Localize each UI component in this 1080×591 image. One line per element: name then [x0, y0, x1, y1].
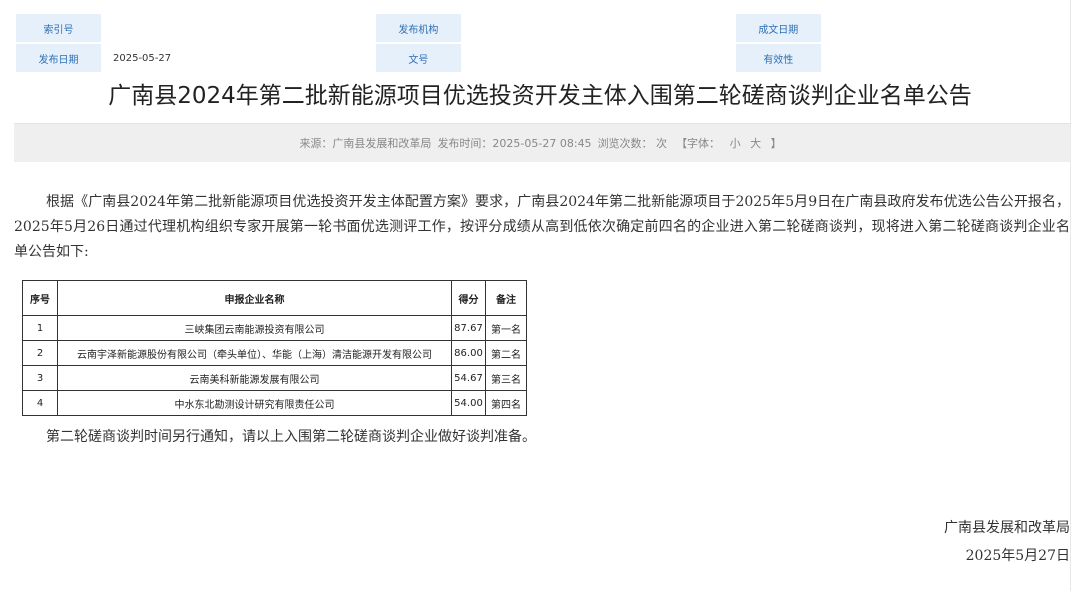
validity-value	[821, 44, 1070, 72]
signature-block: 广南县发展和改革局 2025年5月27日	[944, 514, 1070, 570]
row-index: 3	[22, 365, 58, 391]
header-score: 得分	[451, 280, 486, 316]
row-company: 三峡集团云南能源投资有限公司	[57, 315, 452, 341]
views-text: 浏览次数： 次	[597, 137, 668, 150]
body-paragraph: 根据《广南县2024年第二批新能源项目优选投资开发主体配置方案》要求，广南县20…	[14, 194, 1070, 260]
index-value	[101, 14, 376, 42]
row-company: 云南宇泽新能源股份有限公司（牵头单位）、华能（上海）清洁能源开发有限公司	[57, 340, 452, 366]
source-text: 来源：广南县发展和改革局	[299, 137, 432, 150]
candidate-table: 序号 申报企业名称 得分 备注 1 三峡集团云南能源投资有限公司 87.67 第…	[22, 280, 527, 416]
table-row: 1 三峡集团云南能源投资有限公司 87.67 第一名	[22, 315, 527, 341]
page-title: 广南县2024年第二批新能源项目优选投资开发主体入围第二轮磋商谈判企业名单公告	[108, 83, 972, 109]
row-remark: 第四名	[485, 390, 527, 416]
index-label: 索引号	[16, 14, 101, 42]
font-large-button[interactable]: 大	[750, 137, 761, 150]
closing-paragraph: 第二轮磋商谈判时间另行通知，请以上入围第二轮磋商谈判企业做好谈判准备。	[46, 429, 536, 445]
publish-time-text: 发布时间：2025-05-27 08:45	[437, 137, 592, 150]
row-remark: 第一名	[485, 315, 527, 341]
row-company: 中水东北勘测设计研究有限责任公司	[57, 390, 452, 416]
org-value	[461, 14, 736, 42]
row-index: 2	[22, 340, 58, 366]
info-bar: 来源：广南县发展和改革局 发布时间：2025-05-27 08:45 浏览次数：…	[14, 123, 1070, 162]
header-index: 序号	[22, 280, 58, 316]
row-score: 86.00	[451, 340, 486, 366]
row-index: 1	[22, 315, 58, 341]
doc-no-label: 文号	[375, 44, 461, 72]
font-size-control: 【字体： 小 大 】	[673, 135, 785, 151]
table-row: 3 云南美科新能源发展有限公司 54.67 第三名	[22, 365, 527, 391]
org-label: 发布机构	[375, 14, 461, 42]
font-suffix: 】	[770, 137, 782, 150]
row-score: 54.67	[451, 365, 486, 391]
row-score: 54.00	[451, 390, 486, 416]
row-company: 云南美科新能源发展有限公司	[57, 365, 452, 391]
pub-date-value: 2025-05-27	[113, 52, 172, 64]
validity-label: 有效性	[735, 44, 821, 72]
metadata-row-1: 索引号 发布机构 成文日期	[16, 14, 1070, 42]
table-row: 2 云南宇泽新能源股份有限公司（牵头单位）、华能（上海）清洁能源开发有限公司 8…	[22, 340, 527, 366]
table-row: 4 中水东北勘测设计研究有限责任公司 54.00 第四名	[22, 390, 527, 416]
metadata-panel: 索引号 发布机构 成文日期 发布日期 2025-05-27 文号 有效性	[16, 14, 1070, 74]
date-written-value	[821, 14, 1070, 42]
row-remark: 第三名	[485, 365, 527, 391]
pub-date-label: 发布日期	[16, 44, 101, 72]
signature-date: 2025年5月27日	[965, 548, 1070, 564]
header-company: 申报企业名称	[57, 280, 452, 316]
article-body: 根据《广南县2024年第二批新能源项目优选投资开发主体配置方案》要求，广南县20…	[14, 190, 1070, 265]
font-prefix: 【字体：	[676, 137, 721, 150]
doc-no-value	[461, 44, 736, 72]
row-index: 4	[22, 390, 58, 416]
metadata-row-2: 发布日期 2025-05-27 文号 有效性	[16, 44, 1070, 72]
signature-org: 广南县发展和改革局	[944, 520, 1070, 536]
row-remark: 第二名	[485, 340, 527, 366]
date-written-label: 成文日期	[735, 14, 821, 42]
header-remark: 备注	[485, 280, 527, 316]
table-header-row: 序号 申报企业名称 得分 备注	[22, 280, 527, 316]
font-small-button[interactable]: 小	[730, 137, 741, 150]
row-score: 87.67	[451, 315, 486, 341]
